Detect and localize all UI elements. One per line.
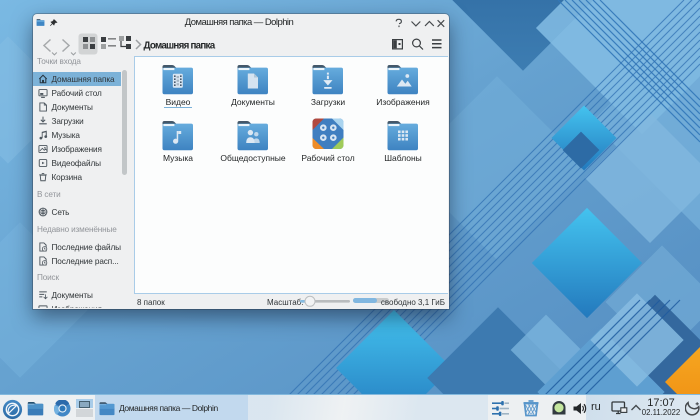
svg-text:Домашняя папка: Домашняя папка (144, 40, 216, 51)
